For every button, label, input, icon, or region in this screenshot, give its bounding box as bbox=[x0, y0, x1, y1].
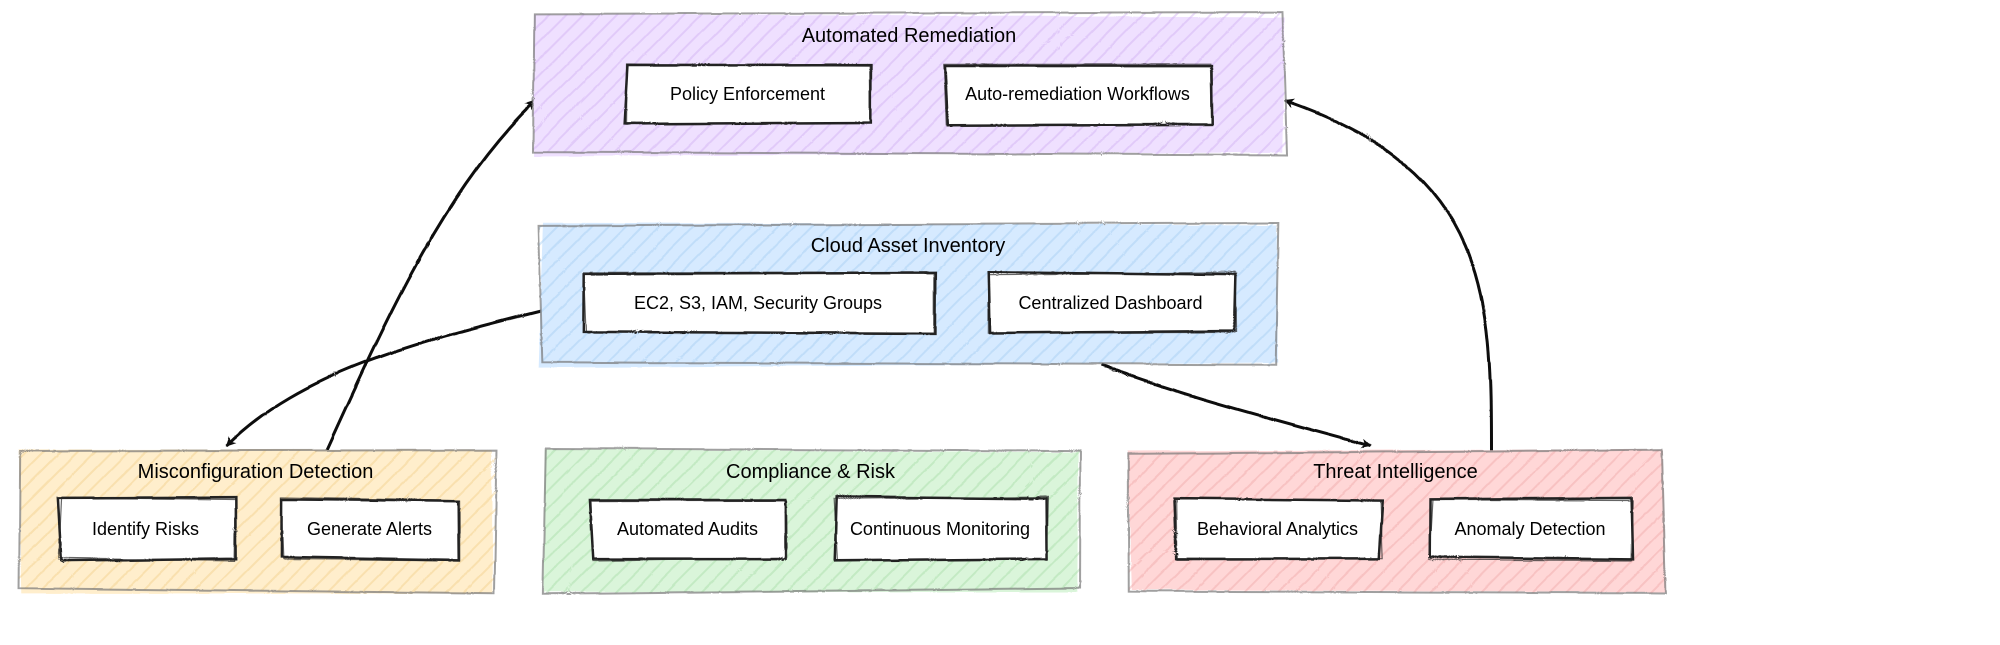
panel-cloud_asset_inventory-item-0: EC2, S3, IAM, Security Groups bbox=[582, 271, 934, 332]
panel-title-misconfiguration_detection: Misconfiguration Detection bbox=[138, 461, 374, 483]
panel-compliance_risk: Compliance & Risk Automated Audits Continu… bbox=[542, 447, 1080, 592]
arrow-misconfig-to-remediation bbox=[325, 100, 534, 450]
arrow-inventory-to-threat bbox=[1100, 364, 1370, 445]
panel-misconfiguration_detection-item-0: Identify Risks bbox=[56, 496, 235, 560]
panel-cloud_asset_inventory-item-0-label: EC2, S3, IAM, Security Groups bbox=[634, 293, 882, 313]
arrow-threat-to-remediation bbox=[1284, 100, 1490, 450]
panel-compliance_risk-item-0: Automated Audits bbox=[588, 499, 785, 560]
panel-threat_intelligence-item-1-label: Anomaly Detection bbox=[1454, 519, 1605, 539]
panel-title-cloud_asset_inventory: Cloud Asset Inventory bbox=[811, 235, 1006, 257]
panel-title-threat_intelligence: Threat Intelligence bbox=[1313, 461, 1478, 483]
arrow-inventory-to-misconfig bbox=[225, 310, 540, 445]
panel-compliance_risk-item-1: Continuous Monitoring bbox=[833, 496, 1047, 560]
panel-cloud_asset_inventory-item-1-label: Centralized Dashboard bbox=[1018, 293, 1202, 313]
panel-cloud_asset_inventory-item-1: Centralized Dashboard bbox=[987, 271, 1235, 332]
panel-cloud_asset_inventory: Cloud Asset Inventory EC2, S3, IAM, Secur… bbox=[537, 222, 1277, 367]
panel-automated_remediation-item-1: Auto-remediation Workflows bbox=[943, 63, 1211, 124]
panel-threat_intelligence: Threat Intelligence Behavioral Analytics A… bbox=[1127, 448, 1665, 592]
panel-threat_intelligence-item-1: Anomaly Detection bbox=[1428, 497, 1632, 560]
panel-automated_remediation-item-0: Policy Enforcement bbox=[624, 63, 870, 124]
panel-misconfiguration_detection-item-1-label: Generate Alerts bbox=[307, 519, 432, 539]
architecture-diagram: Automated Remediation Policy Enforcement A… bbox=[0, 0, 2000, 645]
panel-automated_remediation-item-1-label: Auto-remediation Workflows bbox=[965, 84, 1190, 104]
panel-misconfiguration_detection: Misconfiguration Detection Identify Risks… bbox=[18, 448, 496, 592]
panel-automated_remediation-item-0-label: Policy Enforcement bbox=[670, 84, 825, 104]
panel-title-automated_remediation: Automated Remediation bbox=[802, 25, 1017, 47]
panel-automated_remediation: Automated Remediation Policy Enforcement A… bbox=[532, 11, 1287, 155]
panel-compliance_risk-item-1-label: Continuous Monitoring bbox=[850, 519, 1030, 539]
panel-misconfiguration_detection-item-1: Generate Alerts bbox=[280, 496, 459, 559]
panel-threat_intelligence-item-0: Behavioral Analytics bbox=[1173, 497, 1381, 559]
panel-compliance_risk-item-0-label: Automated Audits bbox=[617, 519, 758, 539]
panel-title-compliance_risk: Compliance & Risk bbox=[726, 461, 896, 483]
panel-misconfiguration_detection-item-0-label: Identify Risks bbox=[92, 519, 199, 539]
panel-threat_intelligence-item-0-label: Behavioral Analytics bbox=[1197, 519, 1358, 539]
panels-layer: Automated Remediation Policy Enforcement A… bbox=[18, 11, 1665, 593]
